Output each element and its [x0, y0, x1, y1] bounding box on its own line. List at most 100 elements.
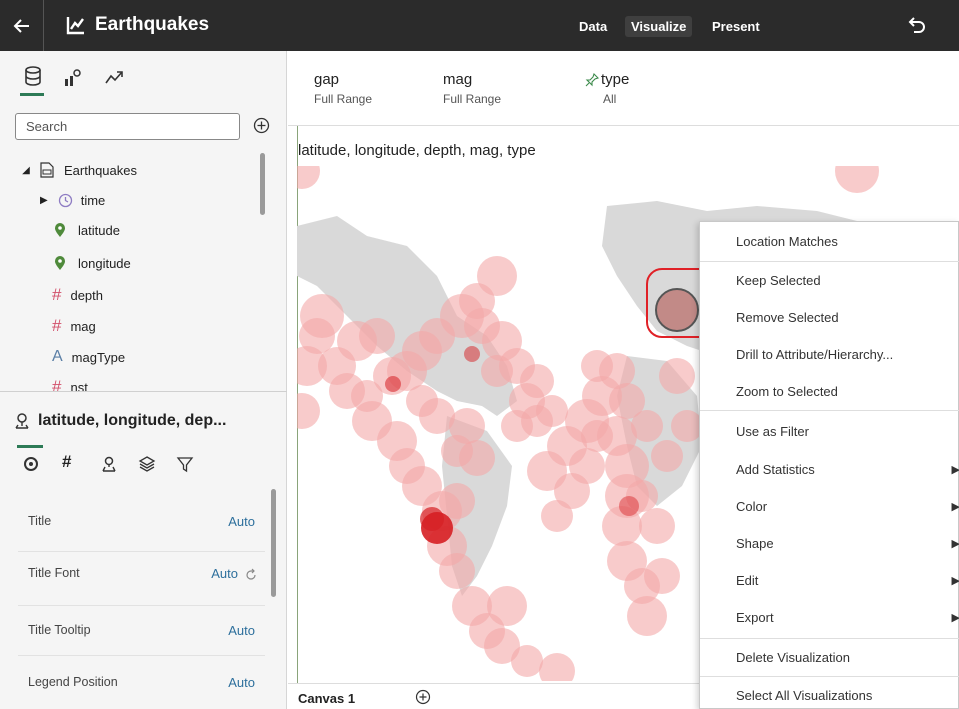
prop-value[interactable]: Auto: [228, 675, 255, 690]
tree-item-label: mag: [70, 318, 96, 334]
map-bubble[interactable]: [627, 596, 667, 636]
map-bubble[interactable]: [477, 256, 517, 296]
pin-icon[interactable]: [585, 72, 599, 87]
menu-item-use-as-filter[interactable]: Use as Filter: [700, 414, 959, 450]
properties-scrollbar[interactable]: [271, 489, 276, 597]
reset-icon[interactable]: [244, 568, 258, 582]
active-prop-tab-indicator: [17, 445, 43, 448]
tree-item-time[interactable]: ▶ time: [40, 189, 105, 211]
location-pin-icon: [55, 255, 65, 270]
filter-icon[interactable]: [176, 455, 194, 473]
submenu-arrow-icon: ▶: [951, 501, 959, 513]
map-bubble[interactable]: [299, 318, 335, 354]
filter-value: Full Range: [443, 92, 502, 106]
menu-item-shape[interactable]: Shape ▶: [700, 526, 959, 562]
undo-icon[interactable]: [905, 14, 927, 36]
map-bubble[interactable]: [487, 586, 527, 626]
analytics-icon[interactable]: [103, 67, 125, 89]
general-icon[interactable]: [22, 455, 40, 473]
tab-data[interactable]: Data: [573, 16, 613, 37]
menu-item-remove-selected[interactable]: Remove Selected: [700, 300, 959, 336]
map-bubble[interactable]: [511, 645, 543, 677]
map-bubble[interactable]: [651, 440, 683, 472]
menu-item-color[interactable]: Color ▶: [700, 489, 959, 525]
map-bubble[interactable]: [359, 318, 395, 354]
search-placeholder: Search: [26, 119, 68, 134]
tree-scrollbar[interactable]: [260, 153, 265, 215]
tree-item-nst[interactable]: # nst: [52, 376, 88, 391]
prop-value[interactable]: Auto: [228, 514, 255, 529]
map-bubble[interactable]: [539, 653, 575, 681]
menu-separator: [700, 410, 959, 411]
data-element-tree: ◢ Earthquakes ▶ time latitude longitude …: [0, 151, 270, 391]
expanded-caret-icon: ◢: [22, 164, 30, 176]
values-icon[interactable]: #: [62, 452, 80, 471]
add-circle-icon[interactable]: [415, 689, 431, 705]
map-bubble[interactable]: [441, 435, 473, 467]
tab-visualize[interactable]: Visualize: [625, 16, 693, 37]
tab-present[interactable]: Present: [706, 16, 766, 37]
filter-value: Full Range: [314, 92, 373, 106]
map-bubble[interactable]: [659, 358, 695, 394]
tree-item-label: nst: [70, 379, 88, 392]
panel-divider[interactable]: [0, 391, 287, 392]
map-bubble[interactable]: [297, 393, 320, 429]
map-bubble[interactable]: [481, 355, 513, 387]
map-bubble[interactable]: [581, 350, 613, 382]
menu-item-export[interactable]: Export ▶: [700, 600, 959, 636]
filter-type[interactable]: type All: [585, 71, 629, 106]
menu-separator: [700, 261, 959, 262]
menu-item-edit[interactable]: Edit ▶: [700, 563, 959, 599]
map-bubble[interactable]: [297, 166, 320, 189]
map-bubble[interactable]: [439, 553, 475, 589]
filter-mag[interactable]: mag Full Range: [443, 71, 501, 106]
map-bubble[interactable]: [541, 500, 573, 532]
map-icon[interactable]: [100, 455, 118, 473]
menu-item-drill[interactable]: Drill to Attribute/Hierarchy...: [700, 337, 959, 373]
menu-item-keep-selected[interactable]: Keep Selected: [700, 263, 959, 299]
prop-row-legend-position[interactable]: Legend Position Auto: [28, 675, 260, 695]
visualization-types-icon[interactable]: [63, 67, 85, 89]
divider: [18, 551, 265, 552]
tree-item-longitude[interactable]: longitude: [54, 252, 131, 274]
prop-value[interactable]: Auto: [211, 566, 238, 581]
context-menu: Location Matches Keep Selected Remove Se…: [699, 221, 959, 709]
tree-item-latitude[interactable]: latitude: [54, 219, 120, 241]
menu-item-select-all-visualizations[interactable]: Select All Visualizations: [700, 678, 959, 709]
map-bubble[interactable]: [631, 410, 663, 442]
menu-item-zoom-to-selected[interactable]: Zoom to Selected: [700, 374, 959, 410]
active-tab-indicator: [20, 93, 44, 96]
map-bubble[interactable]: [419, 398, 455, 434]
prop-row-title-font[interactable]: Title Font Auto: [28, 566, 260, 586]
hash-icon: #: [52, 285, 62, 304]
tree-item-dataset[interactable]: ◢ Earthquakes: [20, 159, 137, 181]
prop-value[interactable]: Auto: [228, 623, 255, 638]
filter-value: All: [603, 92, 617, 106]
map-bubble[interactable]: [439, 483, 475, 519]
map-bubble[interactable]: [835, 166, 879, 193]
prop-row-title-tooltip[interactable]: Title Tooltip Auto: [28, 623, 260, 643]
filter-name: gap: [314, 71, 340, 88]
add-circle-icon[interactable]: [253, 117, 270, 134]
back-button[interactable]: [0, 0, 44, 51]
map-bubble[interactable]: [639, 508, 675, 544]
map-bubble[interactable]: [536, 395, 568, 427]
properties-tabs: #: [0, 443, 287, 483]
database-icon[interactable]: [22, 65, 44, 87]
menu-item-location-matches[interactable]: Location Matches: [700, 224, 959, 260]
map-bubble[interactable]: [351, 380, 383, 412]
tree-item-mag[interactable]: # mag: [52, 315, 96, 337]
tree-item-depth[interactable]: # depth: [52, 284, 103, 306]
prop-row-title[interactable]: Title Auto: [28, 514, 260, 534]
search-input[interactable]: Search: [15, 113, 240, 140]
layers-icon[interactable]: [138, 455, 156, 473]
menu-item-delete-visualization[interactable]: Delete Visualization: [700, 640, 959, 676]
map-bubble[interactable]: [581, 420, 613, 452]
submenu-arrow-icon: ▶: [951, 612, 959, 624]
filter-gap[interactable]: gap Full Range: [314, 71, 372, 106]
tree-item-magtype[interactable]: A magType: [52, 346, 125, 368]
map-bubble[interactable]: [520, 364, 554, 398]
menu-item-add-statistics[interactable]: Add Statistics ▶: [700, 452, 959, 488]
tab-canvas-1[interactable]: Canvas 1: [298, 691, 355, 706]
map-bubble[interactable]: [644, 558, 680, 594]
